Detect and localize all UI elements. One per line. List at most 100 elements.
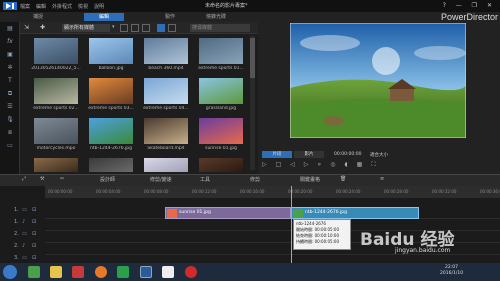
lock-icon[interactable]: ⊡	[32, 255, 36, 261]
plugin-icon[interactable]: ✚	[40, 24, 45, 31]
media-thumbnail[interactable]	[89, 118, 133, 144]
tab-capture[interactable]: 捕捉	[20, 13, 56, 21]
media-thumbnail[interactable]	[144, 78, 188, 104]
3d-icon[interactable]: ▦	[357, 161, 363, 169]
menu-edit[interactable]: 編輯	[36, 3, 46, 10]
grid-view-icon[interactable]	[157, 24, 165, 32]
lock-icon[interactable]: ⊡	[32, 231, 36, 237]
menu-file[interactable]: 檔案	[20, 3, 30, 10]
transition-icon[interactable]: ⧉	[5, 90, 15, 98]
media-thumbnail[interactable]	[199, 38, 243, 64]
tab-burn-disc[interactable]: 燒錄光碟	[196, 13, 236, 21]
ruler-tick-label: 00:00:16:00	[240, 189, 265, 194]
trim-button[interactable]: 修剪	[250, 176, 260, 183]
timeline-playhead[interactable]	[291, 186, 292, 263]
voice-icon[interactable]: 🎙	[5, 116, 15, 124]
preview-clip-mode-button[interactable]: 片段	[262, 151, 292, 158]
timeline-settings-icon[interactable]: ≡	[380, 176, 384, 182]
media-thumbnail[interactable]	[144, 38, 188, 64]
import-icon[interactable]: ⇲	[24, 24, 29, 31]
clip-label: sunrise 01.jpg	[179, 210, 211, 215]
powerdirector-taskbar-icon[interactable]	[140, 266, 152, 278]
watermark-url: jingyan.baidu.com	[395, 247, 451, 254]
chevron-down-icon[interactable]: ▾	[112, 24, 115, 30]
media-thumbnail[interactable]	[34, 78, 78, 104]
fx-icon[interactable]: fx	[5, 38, 15, 46]
track-header[interactable]: 1. ♪ ⊡	[0, 219, 45, 229]
timeline-clip[interactable]: sunrise 01.jpg	[165, 207, 291, 219]
play-icon[interactable]: ▷	[262, 161, 267, 169]
fast-forward-icon[interactable]: »	[318, 161, 322, 169]
magic-tools-icon[interactable]: ⚒	[40, 176, 44, 182]
next-frame-icon[interactable]: ▷	[304, 161, 309, 169]
designer-button[interactable]: 設計師	[100, 176, 115, 183]
taskbar-app-icon[interactable]	[162, 266, 174, 278]
menu-plugins[interactable]: 外掛程式	[52, 3, 72, 10]
track-header[interactable]: 2. ♪ ⊡	[0, 243, 45, 253]
tab-produce[interactable]: 製作	[152, 13, 188, 21]
menu-help[interactable]: 說明	[94, 3, 104, 10]
list-view-icon[interactable]	[168, 24, 176, 32]
library-scroll-thumb[interactable]	[250, 38, 255, 78]
video-filter-icon[interactable]	[120, 24, 128, 32]
image-filter-icon[interactable]	[131, 24, 139, 32]
media-thumbnail[interactable]	[89, 78, 133, 104]
preview-timecode[interactable]: 00:00:00:00	[334, 152, 361, 157]
subtitle-icon[interactable]: ▭	[5, 142, 15, 150]
record-icon[interactable]	[185, 266, 197, 278]
media-label: extreme sports 01...	[198, 66, 244, 71]
taskbar-app-icon[interactable]	[117, 266, 129, 278]
timeline-clip[interactable]: ntb-1244-2676.jpg	[291, 207, 419, 219]
pip-icon[interactable]: ▣	[5, 51, 15, 59]
preview-quality-dropdown[interactable]: 適合大小	[370, 152, 388, 158]
previous-frame-icon[interactable]: ◁	[290, 161, 295, 169]
lock-icon[interactable]: ⊡	[32, 219, 36, 225]
media-thumbnail[interactable]	[34, 118, 78, 144]
media-thumbnail[interactable]	[144, 118, 188, 144]
media-label: beach 360.mp4	[148, 66, 184, 71]
audio-mix-icon[interactable]: ☰	[5, 103, 15, 111]
tab-edit[interactable]: 編輯	[84, 13, 124, 21]
window-controls[interactable]: ? — ❐ ✕	[443, 2, 496, 9]
stop-icon[interactable]: □	[276, 161, 282, 169]
preview-viewer	[290, 23, 466, 138]
taskbar-clock[interactable]: 22:07 2016/1/10	[440, 265, 463, 277]
preview-movie-mode-button[interactable]: 影片	[294, 151, 324, 158]
keyframe-button[interactable]: 關鍵畫格	[300, 176, 320, 183]
fullscreen-icon[interactable]: ⛶	[371, 161, 375, 169]
media-search-input[interactable]: 搜尋媒體	[190, 24, 250, 32]
fit-timeline-icon[interactable]: ⤢	[22, 176, 26, 182]
title-icon[interactable]: T	[5, 77, 15, 85]
trim-speed-button[interactable]: 修剪/變速	[150, 176, 172, 183]
particle-icon[interactable]: ✲	[5, 64, 15, 72]
chapter-icon[interactable]: ⧈	[5, 129, 15, 137]
taskbar-app-icon[interactable]	[72, 266, 84, 278]
audio-filter-icon[interactable]	[142, 24, 150, 32]
media-thumbnail[interactable]	[34, 38, 78, 64]
media-thumbnail[interactable]	[89, 38, 133, 64]
tools-button[interactable]: 工具	[200, 176, 210, 183]
media-icon[interactable]: ▤	[5, 25, 15, 33]
volume-icon[interactable]: ◖	[344, 161, 347, 169]
media-thumbnail[interactable]	[199, 78, 243, 104]
media-thumbnail[interactable]	[199, 118, 243, 144]
delete-icon[interactable]: 🗑	[340, 176, 346, 182]
track-header[interactable]: 2. ▭ ⊡	[0, 231, 45, 241]
media-label: balloon.jpg	[98, 66, 124, 71]
media-thumbnail[interactable]	[34, 158, 78, 172]
start-button-icon[interactable]	[3, 265, 17, 279]
taskbar-app-icon[interactable]	[28, 266, 40, 278]
lock-icon[interactable]: ⊡	[32, 207, 36, 213]
split-icon[interactable]: ✂	[60, 176, 64, 182]
file-explorer-icon[interactable]	[50, 266, 62, 278]
media-thumbnail[interactable]	[199, 158, 243, 172]
clip-thumbnail	[293, 209, 303, 218]
media-filter-dropdown[interactable]: 顯示所有媒體	[62, 24, 110, 32]
menu-view[interactable]: 檢視	[78, 3, 88, 10]
lock-icon[interactable]: ⊡	[32, 243, 36, 249]
firefox-icon[interactable]	[95, 266, 107, 278]
media-thumbnail[interactable]	[89, 158, 133, 172]
snapshot-icon[interactable]: ◎	[330, 161, 335, 169]
track-header[interactable]: 1. ▭ ⊡	[0, 207, 45, 217]
media-thumbnail[interactable]	[144, 158, 188, 172]
